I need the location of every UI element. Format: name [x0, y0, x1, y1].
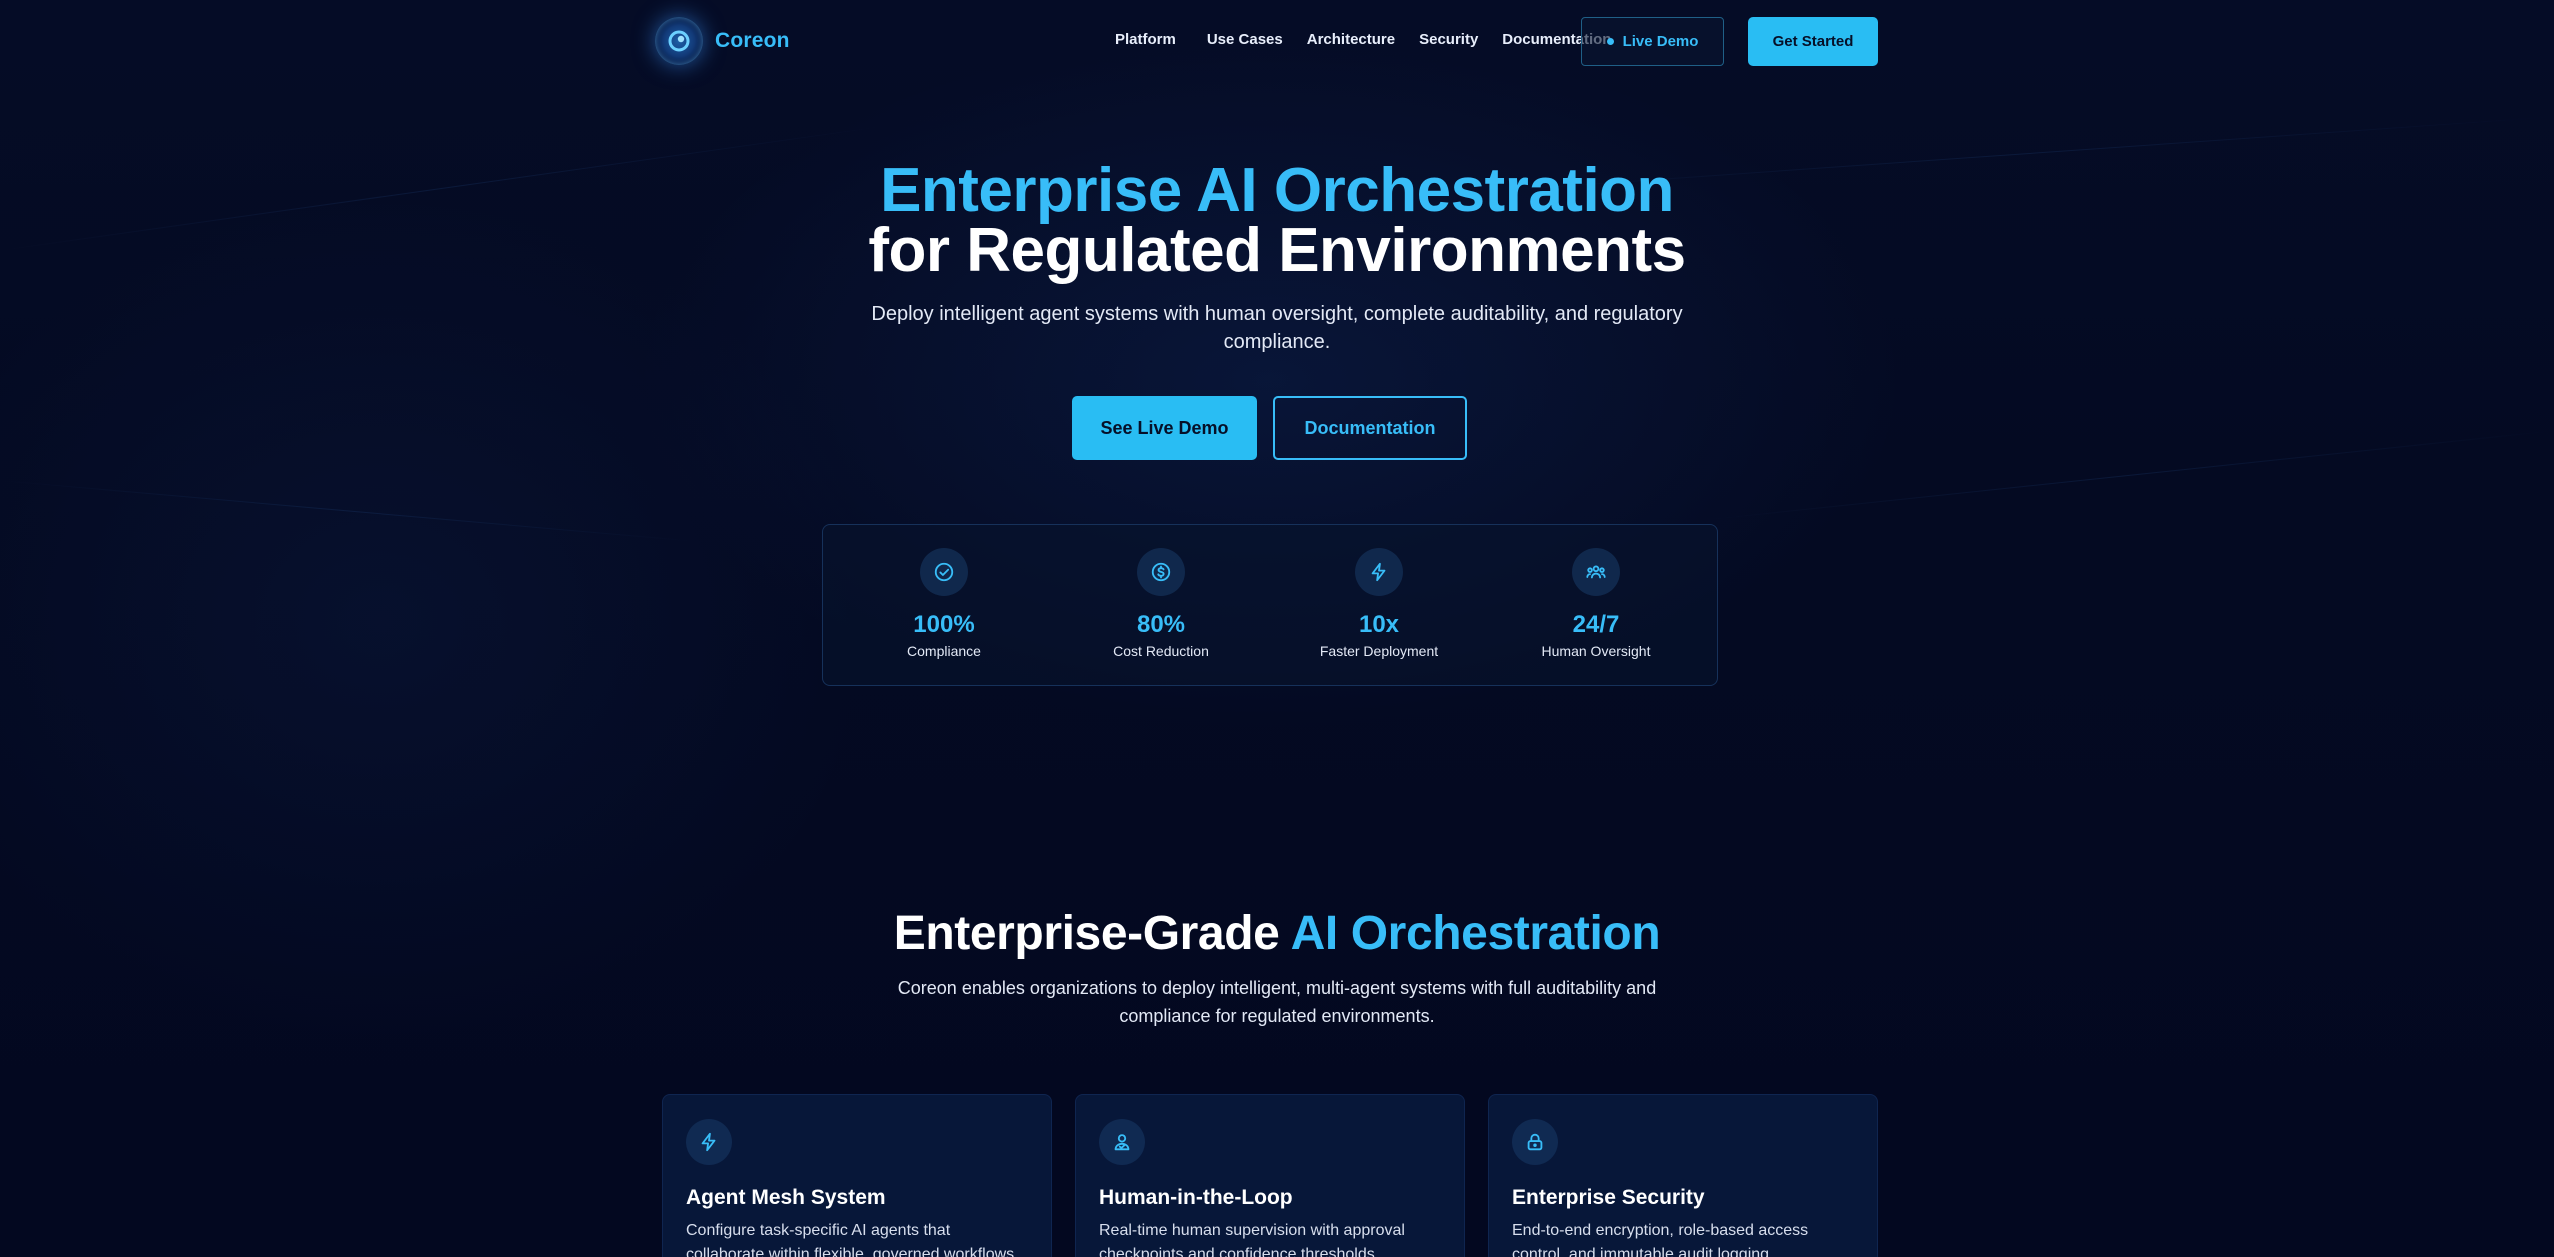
hero-subtitle: Deploy intelligent agent systems with hu… [871, 303, 1683, 353]
stat-label: Compliance [907, 643, 981, 659]
stat-label: Cost Reduction [1113, 643, 1209, 659]
stat-value: 24/7 [1572, 611, 1620, 638]
stat-label: Faster Deployment [1319, 643, 1439, 659]
feature-card-description: Real-time human supervision with approva… [1099, 1222, 1405, 1257]
section-title-accent: AI Orchestration [1290, 907, 1661, 960]
hero-title-line2: for Regulated Environments [868, 216, 1686, 285]
dollar-circle-icon [1137, 548, 1185, 596]
feature-card-agent-mesh[interactable]: Agent Mesh System Configure task-specifi… [662, 1094, 1052, 1257]
feature-card-description: End-to-end encryption, role-based access… [1512, 1222, 1809, 1257]
check-circle-icon [920, 548, 968, 596]
brand-logo[interactable]: Coreon [655, 17, 790, 65]
nav-link-platform[interactable]: Platform [1115, 31, 1176, 48]
nav-link-use-cases[interactable]: Use Cases [1207, 31, 1283, 48]
background-line [0, 480, 698, 543]
feature-card-title: Enterprise Security [1512, 1186, 1705, 1209]
section-subtitle: Coreon enables organizations to deploy i… [897, 978, 1657, 1026]
feature-card-title: Agent Mesh System [686, 1186, 886, 1209]
nav-links: Platform Use Cases Architecture Security… [1115, 31, 1611, 48]
live-demo-label: Live Demo [1622, 33, 1699, 50]
brand-name: Coreon [715, 29, 790, 52]
feature-card-description: Configure task-specific AI agents that c… [686, 1222, 1019, 1257]
stats-panel [822, 524, 1718, 686]
lightning-icon [1355, 548, 1403, 596]
hero-title-line1: Enterprise AI Orchestration [880, 156, 1674, 225]
see-live-demo-button[interactable]: See Live Demo [1072, 396, 1257, 460]
live-demo-button[interactable]: Live Demo [1581, 17, 1724, 66]
live-indicator-dot [1606, 38, 1614, 45]
user-check-icon [1099, 1119, 1145, 1165]
stat-label: Human Oversight [1541, 643, 1651, 659]
top-navigation: Coreon Platform Use Cases Architecture S… [0, 0, 2554, 82]
users-icon [1572, 548, 1620, 596]
stat-value: 100% [913, 611, 975, 638]
section-title: Enterprise-Grade AI Orchestration [0, 910, 2554, 958]
logo-icon [655, 17, 703, 65]
nav-link-architecture[interactable]: Architecture [1307, 31, 1395, 48]
stat-value: 10x [1358, 611, 1400, 638]
lightning-icon [686, 1119, 732, 1165]
nav-link-security[interactable]: Security [1419, 31, 1478, 48]
section-title-white: Enterprise-Grade [893, 907, 1291, 960]
get-started-button[interactable]: Get Started [1748, 17, 1878, 66]
stat-value: 80% [1136, 611, 1186, 638]
feature-card-enterprise-security[interactable]: Enterprise Security End-to-end encryptio… [1488, 1094, 1878, 1257]
lock-icon [1512, 1119, 1558, 1165]
documentation-button[interactable]: Documentation [1273, 396, 1467, 460]
background-line [1699, 430, 2550, 521]
feature-card-human-in-the-loop[interactable]: Human-in-the-Loop Real-time human superv… [1075, 1094, 1465, 1257]
feature-card-title: Human-in-the-Loop [1099, 1186, 1293, 1209]
page: Coreon Platform Use Cases Architecture S… [0, 0, 2554, 1257]
